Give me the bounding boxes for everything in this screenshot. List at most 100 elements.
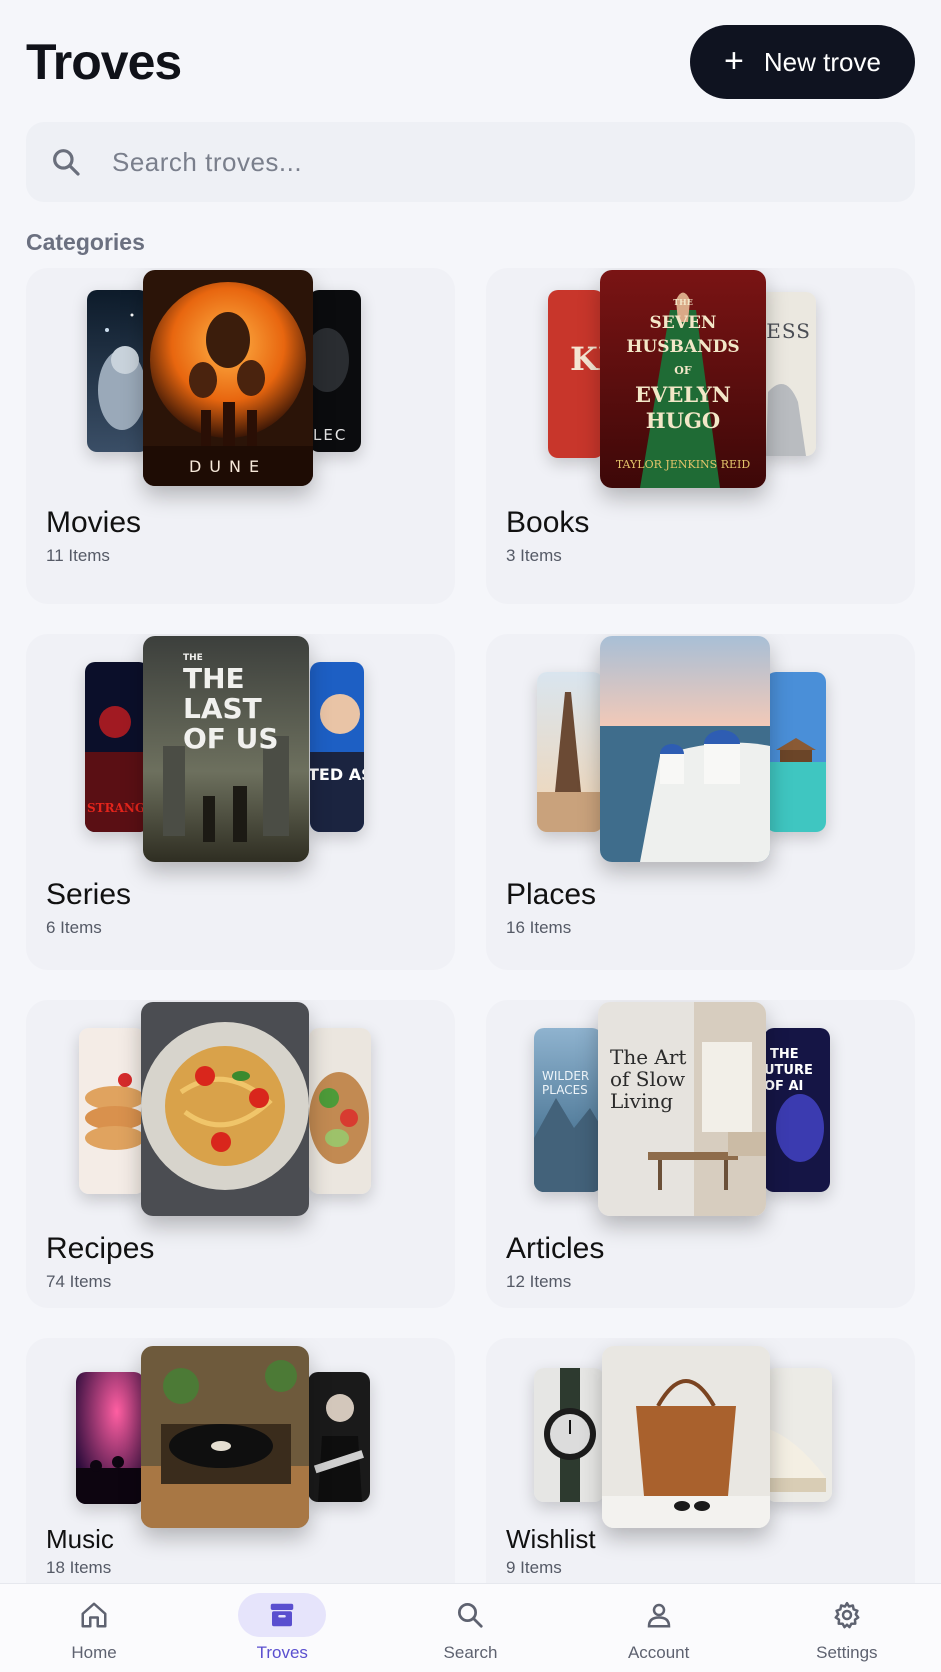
category-name: Books	[506, 506, 590, 539]
cover-stack: KL HO LESS ED THE SEVEN HUSBANDS OF EVEL…	[486, 268, 915, 518]
search-placeholder: Search troves...	[112, 146, 303, 177]
movie-cover-right: LEC	[309, 290, 361, 452]
category-card-music[interactable]: Music 18 Items	[26, 1338, 455, 1608]
wishlist-cover-right	[766, 1368, 832, 1502]
places-cover-left	[537, 672, 603, 832]
category-name: Movies	[46, 506, 142, 539]
nav-label: Search	[443, 1643, 498, 1662]
wishlist-cover-main	[602, 1346, 770, 1528]
book-author: TAYLOR JENKINS REID	[616, 458, 751, 471]
category-name: Recipes	[46, 1232, 155, 1265]
cover-stack	[486, 634, 915, 884]
category-count: 12 Items	[506, 1272, 572, 1291]
archive-box-icon	[238, 1593, 327, 1637]
articles-cover-right-text: UTURE	[764, 1063, 813, 1078]
category-count: 3 Items	[506, 546, 562, 565]
category-count: 6 Items	[46, 918, 102, 937]
music-cover-right	[308, 1372, 370, 1502]
articles-title-line: Living	[610, 1089, 673, 1113]
book-cover-right: LESS ED	[758, 292, 816, 456]
nav-item-settings[interactable]: Settings	[767, 1593, 927, 1663]
series-cover-right-text: TED ASSO	[310, 765, 364, 784]
nav-label: Account	[627, 1643, 690, 1662]
nav-item-home[interactable]: Home	[14, 1593, 174, 1663]
category-card-movies[interactable]: LEC DUNE Movies 11 Items	[26, 268, 455, 604]
series-title-line: OF US	[183, 722, 279, 755]
new-trove-button[interactable]: + New trove	[690, 25, 915, 99]
book-title-line: EVELYN	[635, 382, 731, 407]
movie-cover-left	[87, 290, 149, 452]
series-cover-right: TED ASSO	[310, 662, 364, 832]
category-count: 11 Items	[46, 546, 110, 565]
nav-label: Troves	[256, 1643, 308, 1662]
category-card-articles[interactable]: WILDER PLACES THE UTURE OF AI The Art of…	[486, 1000, 915, 1308]
recipes-cover-main	[141, 1002, 309, 1216]
cover-stack: LEC DUNE	[26, 268, 455, 518]
category-name: Series	[46, 878, 132, 911]
articles-cover-main: The Art of Slow Living	[598, 1002, 766, 1216]
category-count: 16 Items	[506, 918, 572, 937]
series-title-line: THE	[183, 662, 245, 695]
nav-label: Home	[71, 1643, 117, 1662]
series-cover-main: THE THE LAST OF US	[143, 636, 309, 862]
nav-item-account[interactable]: Account	[579, 1593, 739, 1663]
book-title-line: SEVEN	[650, 313, 717, 333]
movie-cover-main-title: DUNE	[189, 457, 267, 476]
articles-title-line: of Slow	[610, 1067, 685, 1091]
places-cover-right	[766, 672, 826, 832]
book-cover-left-text: KL HO	[570, 340, 604, 378]
new-trove-label: New trove	[763, 46, 881, 77]
cover-stack	[26, 1000, 455, 1250]
section-title: Categories	[26, 229, 145, 255]
category-name: Places	[506, 878, 597, 911]
category-grid: LEC DUNE Movies 11 Items KL HO LESS ED T…	[26, 268, 915, 1608]
music-cover-left	[76, 1372, 144, 1504]
music-cover-main	[141, 1346, 309, 1528]
book-title-line: OF	[674, 364, 692, 377]
wishlist-cover-left	[534, 1368, 604, 1502]
book-cover-right-text: LESS ED	[758, 319, 816, 343]
cover-stack: WILDER PLACES THE UTURE OF AI The Art of…	[486, 1000, 915, 1250]
category-card-wishlist[interactable]: Wishlist 9 Items	[486, 1338, 915, 1608]
book-cover-left: KL HO	[548, 290, 604, 458]
category-count: 74 Items	[46, 1272, 112, 1291]
series-title-line: LAST	[183, 692, 262, 725]
book-title-line: HUGO	[646, 408, 720, 433]
articles-cover-right: THE UTURE OF AI	[764, 1028, 830, 1192]
header: Troves + New trove	[26, 24, 915, 100]
book-title-line: HUSBANDS	[626, 337, 739, 357]
search-icon	[426, 1593, 514, 1637]
category-name: Wishlist	[506, 1524, 596, 1554]
movie-cover-right-text: LEC	[313, 426, 347, 444]
articles-cover-left: WILDER PLACES	[534, 1028, 602, 1192]
book-title-line: THE	[673, 297, 693, 307]
user-icon	[615, 1593, 703, 1637]
nav-item-troves[interactable]: Troves	[202, 1593, 362, 1663]
category-count: 9 Items	[506, 1558, 562, 1577]
recipes-cover-right	[309, 1028, 371, 1194]
search-input[interactable]: Search troves...	[26, 122, 915, 202]
category-card-recipes[interactable]: Recipes 74 Items	[26, 1000, 455, 1308]
gear-icon	[803, 1593, 891, 1637]
search-icon	[53, 149, 80, 176]
category-name: Music	[46, 1524, 114, 1554]
category-count: 18 Items	[46, 1558, 112, 1577]
recipes-cover-left	[79, 1028, 145, 1194]
articles-cover-left-text: WILDER	[542, 1069, 589, 1083]
articles-cover-right-text: OF AI	[764, 1079, 803, 1094]
category-card-places[interactable]: Places 16 Items	[486, 634, 915, 970]
series-cover-left-text: STRANGER THINGS	[87, 801, 149, 815]
category-card-series[interactable]: STRANGER THINGS TED ASSO THE THE LAST OF…	[26, 634, 455, 970]
plus-icon: +	[724, 42, 744, 80]
category-card-books[interactable]: KL HO LESS ED THE SEVEN HUSBANDS OF EVEL…	[486, 268, 915, 604]
bottom-nav: Home Troves Search Account Settings	[0, 1583, 941, 1672]
movie-cover-main: DUNE	[143, 270, 313, 486]
articles-cover-left-text: PLACES	[542, 1083, 588, 1097]
articles-cover-right-text: THE	[770, 1047, 799, 1062]
articles-title-line: The Art	[610, 1045, 686, 1069]
nav-label: Settings	[816, 1643, 878, 1662]
places-cover-main	[600, 636, 770, 862]
nav-item-search[interactable]: Search	[390, 1593, 550, 1663]
book-cover-main: THE SEVEN HUSBANDS OF EVELYN HUGO TAYLOR…	[600, 270, 766, 488]
series-cover-left: STRANGER THINGS	[85, 662, 149, 832]
